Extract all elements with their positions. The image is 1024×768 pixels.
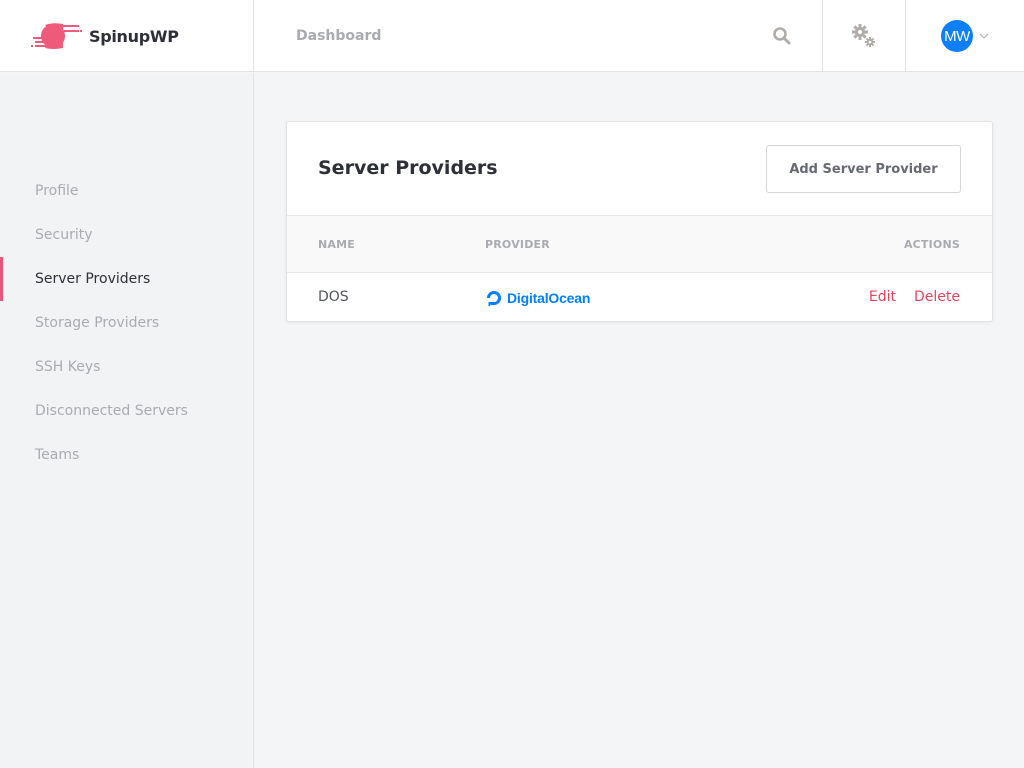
sidebar: Profile Security Server Providers Storag… — [0, 73, 254, 768]
page-title: Server Providers — [318, 157, 498, 179]
add-server-provider-button[interactable]: Add Server Provider — [766, 145, 961, 193]
sidebar-item-server-providers[interactable]: Server Providers — [0, 257, 253, 301]
logo-text: SpinupWP — [89, 26, 179, 46]
settings-button[interactable] — [822, 0, 906, 72]
chevron-down-icon — [979, 33, 989, 39]
gear-icon — [852, 24, 875, 47]
logo[interactable]: SpinupWP — [0, 0, 254, 72]
avatar: MW — [941, 20, 973, 52]
sidebar-item-security[interactable]: Security — [0, 213, 253, 257]
sidebar-item-profile[interactable]: Profile — [0, 169, 253, 213]
sidebar-item-ssh-keys[interactable]: SSH Keys — [0, 345, 253, 389]
table-row: DOS DigitalOcean Edit Delete — [287, 273, 992, 321]
spinupwp-logo-icon — [31, 23, 82, 49]
table-header: NAME PROVIDER ACTIONS — [287, 215, 992, 273]
column-header-provider: PROVIDER — [485, 238, 550, 251]
sidebar-item-storage-providers[interactable]: Storage Providers — [0, 301, 253, 345]
server-providers-card: Server Providers Add Server Provider NAM… — [286, 121, 993, 322]
digitalocean-icon — [487, 291, 501, 307]
search-icon — [773, 27, 791, 45]
column-header-actions: ACTIONS — [903, 238, 960, 251]
provider-label: DigitalOcean — [507, 290, 591, 306]
column-header-name: NAME — [318, 238, 355, 251]
sidebar-item-disconnected-servers[interactable]: Disconnected Servers — [0, 389, 253, 433]
delete-link[interactable]: Delete — [914, 289, 960, 305]
sidebar-item-teams[interactable]: Teams — [0, 433, 253, 477]
edit-link[interactable]: Edit — [869, 289, 896, 305]
user-menu[interactable]: MW — [906, 0, 1024, 72]
nav-dashboard[interactable]: Dashboard — [296, 28, 381, 44]
search-button[interactable] — [742, 0, 822, 72]
top-header: SpinupWP Dashboard MW — [0, 0, 1024, 72]
provider-name: DOS — [318, 289, 349, 305]
provider-logo: DigitalOcean — [485, 289, 590, 307]
